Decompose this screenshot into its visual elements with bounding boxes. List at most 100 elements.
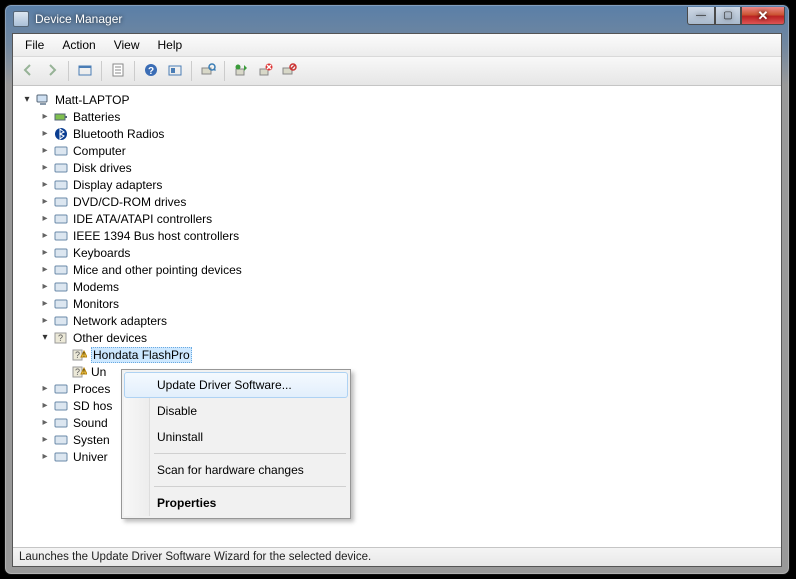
tree-row-label: Mice and other pointing devices	[73, 263, 242, 277]
expand-icon[interactable]	[37, 196, 53, 207]
tree-row-label: Systen	[73, 433, 110, 447]
collapse-icon[interactable]	[19, 94, 35, 105]
help-icon: ?	[143, 62, 159, 81]
tree-row-label: IEEE 1394 Bus host controllers	[73, 229, 239, 243]
menu-file[interactable]: File	[17, 36, 52, 54]
tree-row[interactable]: ?!Hondata FlashPro	[15, 346, 781, 363]
expand-icon[interactable]	[37, 179, 53, 190]
expand-icon[interactable]	[37, 111, 53, 122]
context-menu-separator	[154, 453, 346, 454]
tree-row-label: Un	[91, 365, 106, 379]
tree-row[interactable]: Batteries	[15, 108, 781, 125]
mouse-icon	[53, 262, 69, 278]
expand-icon[interactable]	[37, 264, 53, 275]
computer-icon	[53, 143, 69, 159]
device-tree[interactable]: Matt-LAPTOP BatteriesBluetooth RadiosComp…	[13, 86, 781, 547]
tree-row-label: Sound	[73, 416, 108, 430]
toolbar-show-hidden-button[interactable]	[164, 60, 186, 82]
toolbar-uninstall-button[interactable]	[254, 60, 276, 82]
show-hidden-icon	[167, 62, 183, 81]
context-menu-item[interactable]: Properties	[124, 490, 348, 516]
tree-row-label: Display adapters	[73, 178, 162, 192]
collapse-icon[interactable]	[37, 332, 53, 343]
menu-action[interactable]: Action	[54, 36, 103, 54]
toolbar-up-container-button[interactable]	[74, 60, 96, 82]
menu-view[interactable]: View	[106, 36, 148, 54]
window-title: Device Manager	[35, 12, 687, 26]
monitor-icon	[53, 296, 69, 312]
tree-row[interactable]: Modems	[15, 278, 781, 295]
root-icon	[35, 92, 51, 108]
titlebar[interactable]: Device Manager — ▢ ✕	[5, 5, 789, 33]
expand-icon[interactable]	[37, 247, 53, 258]
sd-icon	[53, 398, 69, 414]
tree-row[interactable]: Network adapters	[15, 312, 781, 329]
keyboard-icon	[53, 245, 69, 261]
tree-row[interactable]: Computer	[15, 142, 781, 159]
expand-icon[interactable]	[37, 298, 53, 309]
expand-icon[interactable]	[37, 162, 53, 173]
tree-row[interactable]: ?Other devices	[15, 329, 781, 346]
expand-icon[interactable]	[37, 145, 53, 156]
expand-icon[interactable]	[37, 230, 53, 241]
menu-help[interactable]: Help	[150, 36, 191, 54]
toolbar: ?	[13, 57, 781, 86]
tree-row-label: Batteries	[73, 110, 120, 124]
context-menu-item-label: Scan for hardware changes	[157, 463, 304, 477]
tree-row[interactable]: IEEE 1394 Bus host controllers	[15, 227, 781, 244]
tree-row[interactable]: Keyboards	[15, 244, 781, 261]
expand-icon[interactable]	[37, 400, 53, 411]
up-container-icon	[77, 62, 93, 81]
tree-row-label: Proces	[73, 382, 110, 396]
bluetooth-icon	[53, 126, 69, 142]
toolbar-separator	[191, 61, 192, 81]
expand-icon[interactable]	[37, 434, 53, 445]
toolbar-forward-button	[41, 60, 63, 82]
close-button[interactable]: ✕	[741, 7, 785, 25]
toolbar-help-button[interactable]: ?	[140, 60, 162, 82]
close-icon: ✕	[758, 8, 769, 24]
minimize-icon: —	[696, 10, 706, 21]
expand-icon[interactable]	[37, 383, 53, 394]
context-menu-item-label: Properties	[157, 496, 216, 510]
tree-row[interactable]: IDE ATA/ATAPI controllers	[15, 210, 781, 227]
tree-row[interactable]: Monitors	[15, 295, 781, 312]
toolbar-separator	[134, 61, 135, 81]
properties-sheet-icon	[110, 62, 126, 81]
expand-icon[interactable]	[37, 213, 53, 224]
maximize-button[interactable]: ▢	[715, 7, 741, 25]
display-icon	[53, 177, 69, 193]
tree-row-label: Network adapters	[73, 314, 167, 328]
tree-row[interactable]: Disk drives	[15, 159, 781, 176]
tree-row[interactable]: Mice and other pointing devices	[15, 261, 781, 278]
unknown-warn-icon: ?!	[71, 364, 87, 380]
network-icon	[53, 313, 69, 329]
tree-row-label: Keyboards	[73, 246, 130, 260]
toolbar-properties-sheet-button[interactable]	[107, 60, 129, 82]
tree-row[interactable]: DVD/CD-ROM drives	[15, 193, 781, 210]
toolbar-update-driver-button[interactable]	[230, 60, 252, 82]
tree-row[interactable]: Bluetooth Radios	[15, 125, 781, 142]
context-menu-item[interactable]: Scan for hardware changes	[124, 457, 348, 483]
toolbar-scan-hardware-button[interactable]	[197, 60, 219, 82]
context-menu-item-label: Update Driver Software...	[157, 378, 292, 392]
context-menu-item[interactable]: Disable	[124, 398, 348, 424]
tree-row-label: SD hos	[73, 399, 112, 413]
minimize-button[interactable]: —	[687, 7, 715, 25]
processor-icon	[53, 381, 69, 397]
context-menu: Update Driver Software... DisableUninstal…	[121, 369, 351, 519]
tree-row-label: Other devices	[73, 331, 147, 345]
expand-icon[interactable]	[37, 315, 53, 326]
tree-row[interactable]: Matt-LAPTOP	[15, 91, 781, 108]
toolbar-disable-button[interactable]	[278, 60, 300, 82]
disable-icon	[281, 62, 297, 81]
expand-icon[interactable]	[37, 281, 53, 292]
expand-icon[interactable]	[37, 128, 53, 139]
expand-icon[interactable]	[37, 417, 53, 428]
tree-row[interactable]: Display adapters	[15, 176, 781, 193]
tree-row-label: Disk drives	[73, 161, 132, 175]
context-menu-item[interactable]: Uninstall	[124, 424, 348, 450]
tree-row-label: IDE ATA/ATAPI controllers	[73, 212, 212, 226]
expand-icon[interactable]	[37, 451, 53, 462]
context-menu-item[interactable]: Update Driver Software...	[124, 372, 348, 398]
